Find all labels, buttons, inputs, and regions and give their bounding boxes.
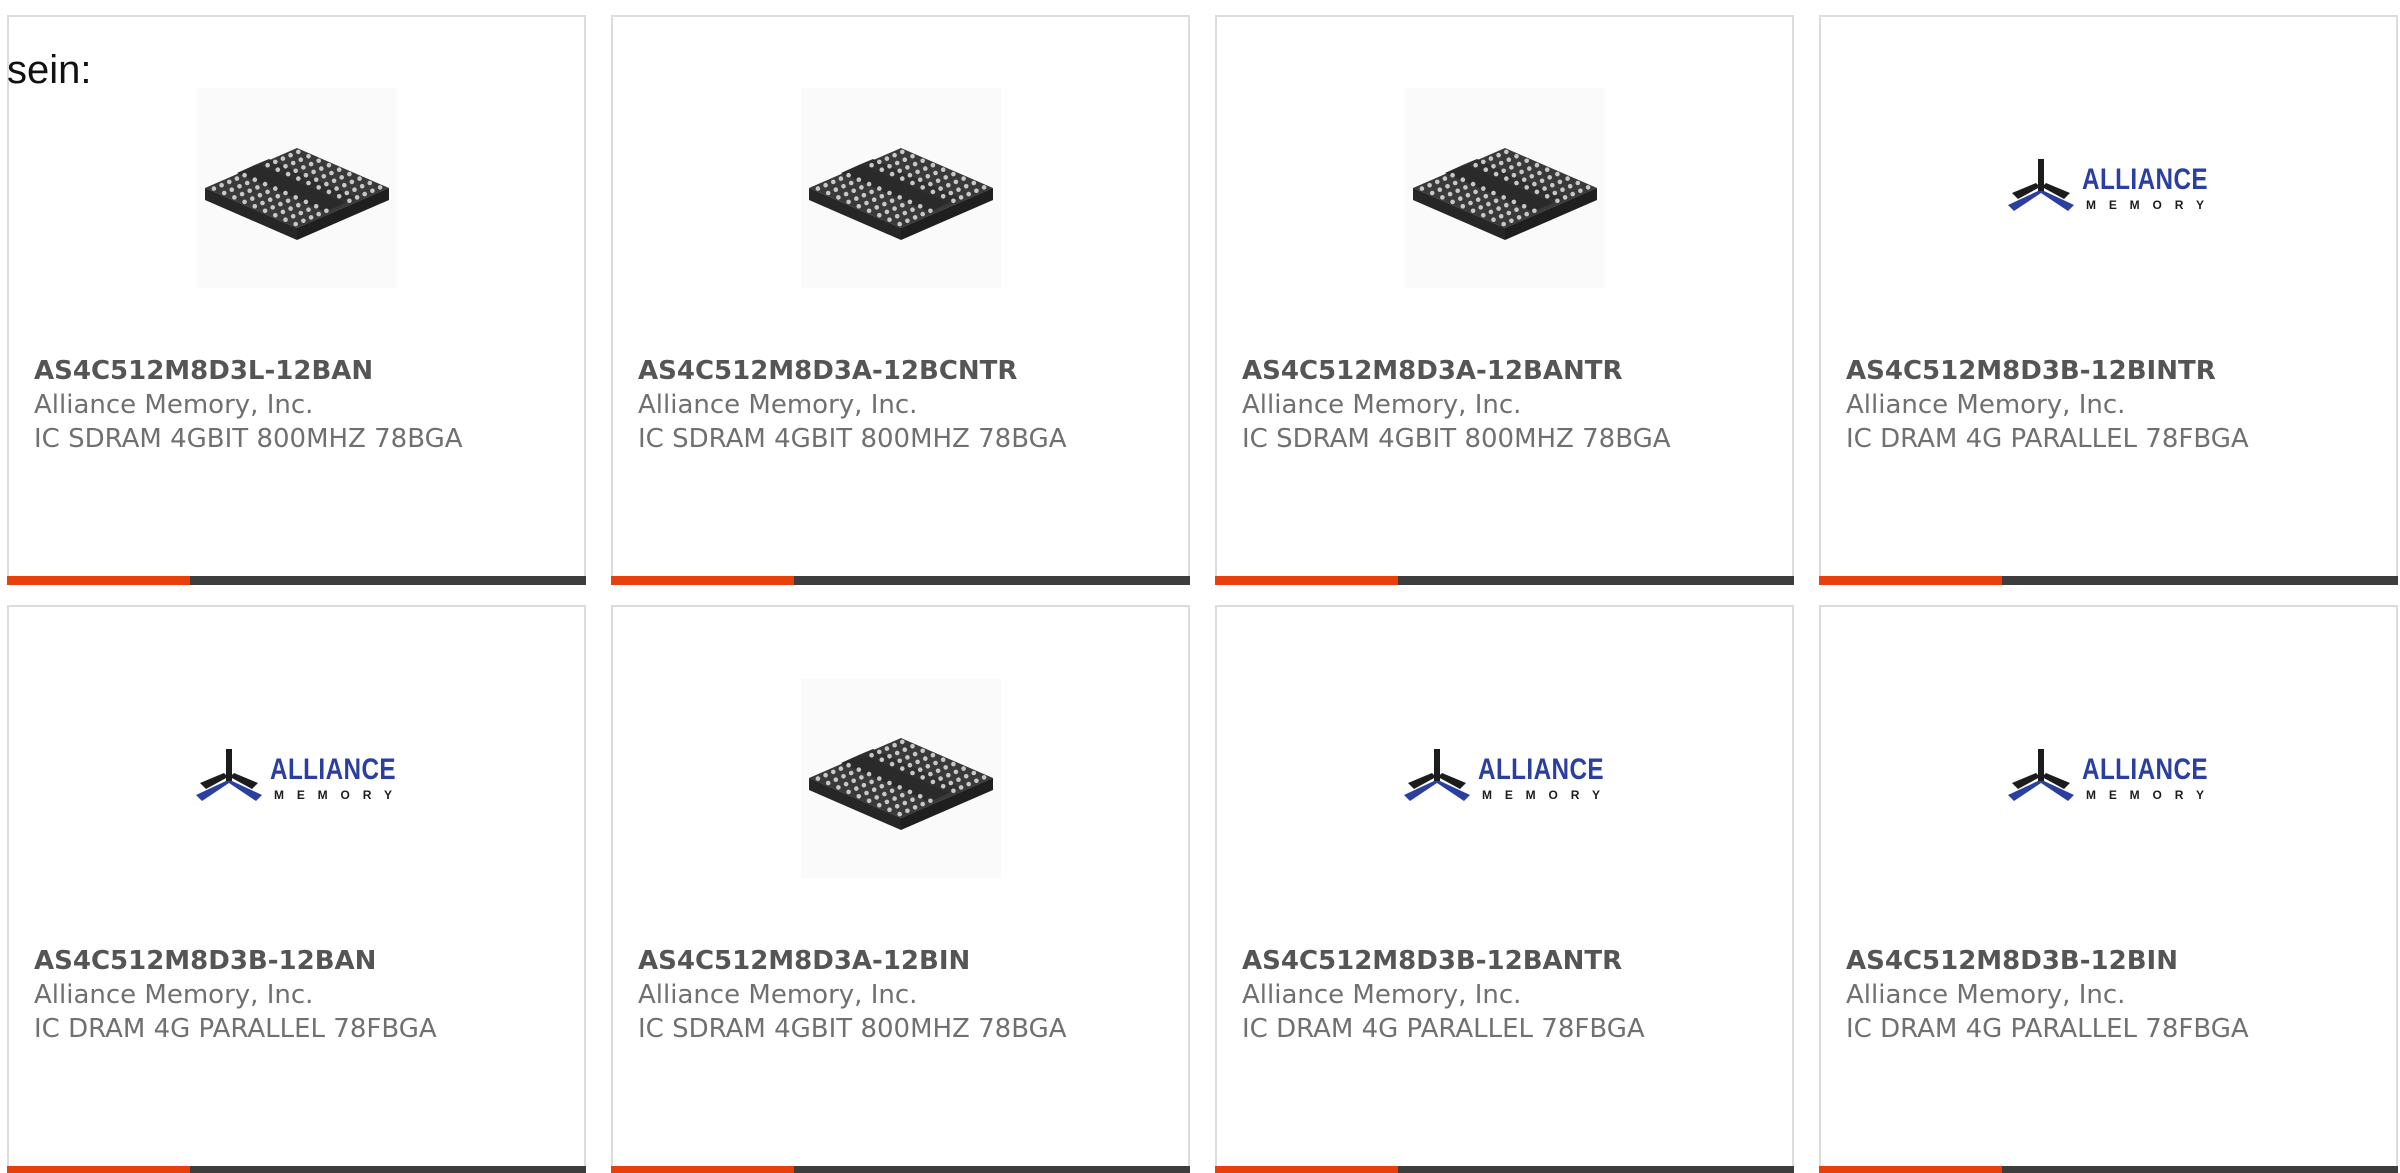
card-footer-bar: [1215, 576, 1794, 585]
alliance-logo-icon: ALLIANCE M E M O R Y: [2008, 748, 2208, 802]
product-grid: AS4C512M8D3L-12BAN Alliance Memory, Inc. I…: [7, 15, 2400, 1173]
card-accent-bar: [7, 576, 190, 585]
product-description: IC SDRAM 4GBIT 800MHZ 78BGA: [34, 424, 463, 454]
product-description: IC SDRAM 4GBIT 800MHZ 78BGA: [1242, 424, 1671, 454]
card-footer-bar: [7, 1166, 586, 1173]
part-number-link[interactable]: AS4C512M8D3B-12BINTR: [1846, 354, 2386, 388]
product-card[interactable]: ALLIANCE M E M O R Y AS4C512M8D3B-12BANT…: [1215, 605, 1794, 1173]
part-number-link[interactable]: AS4C512M8D3B-12BIN: [1846, 944, 2386, 978]
product-description: IC DRAM 4G PARALLEL 78FBGA: [1242, 1014, 1645, 1044]
product-description: IC DRAM 4G PARALLEL 78FBGA: [1846, 1014, 2249, 1044]
manufacturer-name: Alliance Memory, Inc.: [1242, 980, 1522, 1010]
card-accent-bar: [7, 1166, 190, 1173]
product-image[interactable]: ALLIANCE M E M O R Y: [194, 675, 399, 880]
product-image[interactable]: [1402, 85, 1607, 290]
alliance-logo-icon: ALLIANCE M E M O R Y: [196, 748, 396, 802]
card-footer-bar: [611, 1166, 1190, 1173]
manufacturer-name: Alliance Memory, Inc.: [638, 980, 918, 1010]
product-info: AS4C512M8D3L-12BAN Alliance Memory, Inc. I…: [34, 354, 574, 456]
chip-icon: [800, 87, 1001, 288]
product-info: AS4C512M8D3B-12BAN Alliance Memory, Inc. I…: [34, 944, 574, 1046]
product-info: AS4C512M8D3B-12BIN Alliance Memory, Inc. I…: [1846, 944, 2386, 1046]
product-card[interactable]: AS4C512M8D3A-12BCNTR Alliance Memory, Inc…: [611, 15, 1190, 585]
product-description: IC SDRAM 4GBIT 800MHZ 78BGA: [638, 424, 1067, 454]
svg-text:M E M O R Y: M E M O R Y: [2086, 198, 2204, 212]
svg-text:M E M O R Y: M E M O R Y: [274, 788, 392, 802]
alliance-logo-icon: ALLIANCE M E M O R Y: [2008, 158, 2208, 212]
chip-icon: [800, 677, 1001, 878]
part-number-link[interactable]: AS4C512M8D3A-12BIN: [638, 944, 1178, 978]
product-info: AS4C512M8D3B-12BINTR Alliance Memory, Inc…: [1846, 354, 2386, 456]
svg-text:ALLIANCE: ALLIANCE: [2082, 753, 2208, 786]
card-footer-bar: [1819, 576, 2398, 585]
product-card[interactable]: AS4C512M8D3L-12BAN Alliance Memory, Inc. I…: [7, 15, 586, 585]
manufacturer-name: Alliance Memory, Inc.: [638, 390, 918, 420]
product-card[interactable]: AS4C512M8D3A-12BIN Alliance Memory, Inc. I…: [611, 605, 1190, 1173]
svg-text:M E M O R Y: M E M O R Y: [1482, 788, 1600, 802]
svg-text:M E M O R Y: M E M O R Y: [2086, 788, 2204, 802]
product-image[interactable]: [194, 85, 399, 290]
part-number-link[interactable]: AS4C512M8D3B-12BAN: [34, 944, 574, 978]
card-accent-bar: [1819, 1166, 2002, 1173]
intro-text: sein:: [7, 48, 92, 92]
card-footer-bar: [611, 576, 1190, 585]
part-number-link[interactable]: AS4C512M8D3L-12BAN: [34, 354, 574, 388]
product-card[interactable]: ALLIANCE M E M O R Y AS4C512M8D3B-12BINT…: [1819, 15, 2398, 585]
product-image[interactable]: [798, 85, 1003, 290]
product-description: IC DRAM 4G PARALLEL 78FBGA: [34, 1014, 437, 1044]
svg-text:ALLIANCE: ALLIANCE: [270, 753, 396, 786]
product-card[interactable]: ALLIANCE M E M O R Y AS4C512M8D3B-12BIN A…: [1819, 605, 2398, 1173]
manufacturer-name: Alliance Memory, Inc.: [34, 980, 314, 1010]
product-info: AS4C512M8D3A-12BANTR Alliance Memory, Inc…: [1242, 354, 1782, 456]
product-info: AS4C512M8D3B-12BANTR Alliance Memory, Inc…: [1242, 944, 1782, 1046]
alliance-logo-icon: ALLIANCE M E M O R Y: [1404, 748, 1604, 802]
product-image[interactable]: ALLIANCE M E M O R Y: [2006, 85, 2211, 290]
manufacturer-name: Alliance Memory, Inc.: [1846, 980, 2126, 1010]
manufacturer-name: Alliance Memory, Inc.: [1846, 390, 2126, 420]
product-info: AS4C512M8D3A-12BIN Alliance Memory, Inc. I…: [638, 944, 1178, 1046]
card-footer-bar: [1819, 1166, 2398, 1173]
part-number-link[interactable]: AS4C512M8D3B-12BANTR: [1242, 944, 1782, 978]
product-image[interactable]: [798, 675, 1003, 880]
card-footer-bar: [7, 576, 586, 585]
product-info: AS4C512M8D3A-12BCNTR Alliance Memory, Inc…: [638, 354, 1178, 456]
part-number-link[interactable]: AS4C512M8D3A-12BANTR: [1242, 354, 1782, 388]
card-accent-bar: [1215, 576, 1398, 585]
product-description: IC SDRAM 4GBIT 800MHZ 78BGA: [638, 1014, 1067, 1044]
product-card[interactable]: ALLIANCE M E M O R Y AS4C512M8D3B-12BAN A…: [7, 605, 586, 1173]
svg-text:ALLIANCE: ALLIANCE: [2082, 163, 2208, 196]
chip-icon: [196, 87, 397, 288]
product-image[interactable]: ALLIANCE M E M O R Y: [1402, 675, 1607, 880]
card-accent-bar: [611, 576, 794, 585]
card-accent-bar: [1819, 576, 2002, 585]
part-number-link[interactable]: AS4C512M8D3A-12BCNTR: [638, 354, 1178, 388]
product-image[interactable]: ALLIANCE M E M O R Y: [2006, 675, 2211, 880]
manufacturer-name: Alliance Memory, Inc.: [1242, 390, 1522, 420]
manufacturer-name: Alliance Memory, Inc.: [34, 390, 314, 420]
chip-icon: [1404, 87, 1605, 288]
card-footer-bar: [1215, 1166, 1794, 1173]
card-accent-bar: [611, 1166, 794, 1173]
svg-text:ALLIANCE: ALLIANCE: [1478, 753, 1604, 786]
product-description: IC DRAM 4G PARALLEL 78FBGA: [1846, 424, 2249, 454]
card-accent-bar: [1215, 1166, 1398, 1173]
product-card[interactable]: AS4C512M8D3A-12BANTR Alliance Memory, Inc…: [1215, 15, 1794, 585]
